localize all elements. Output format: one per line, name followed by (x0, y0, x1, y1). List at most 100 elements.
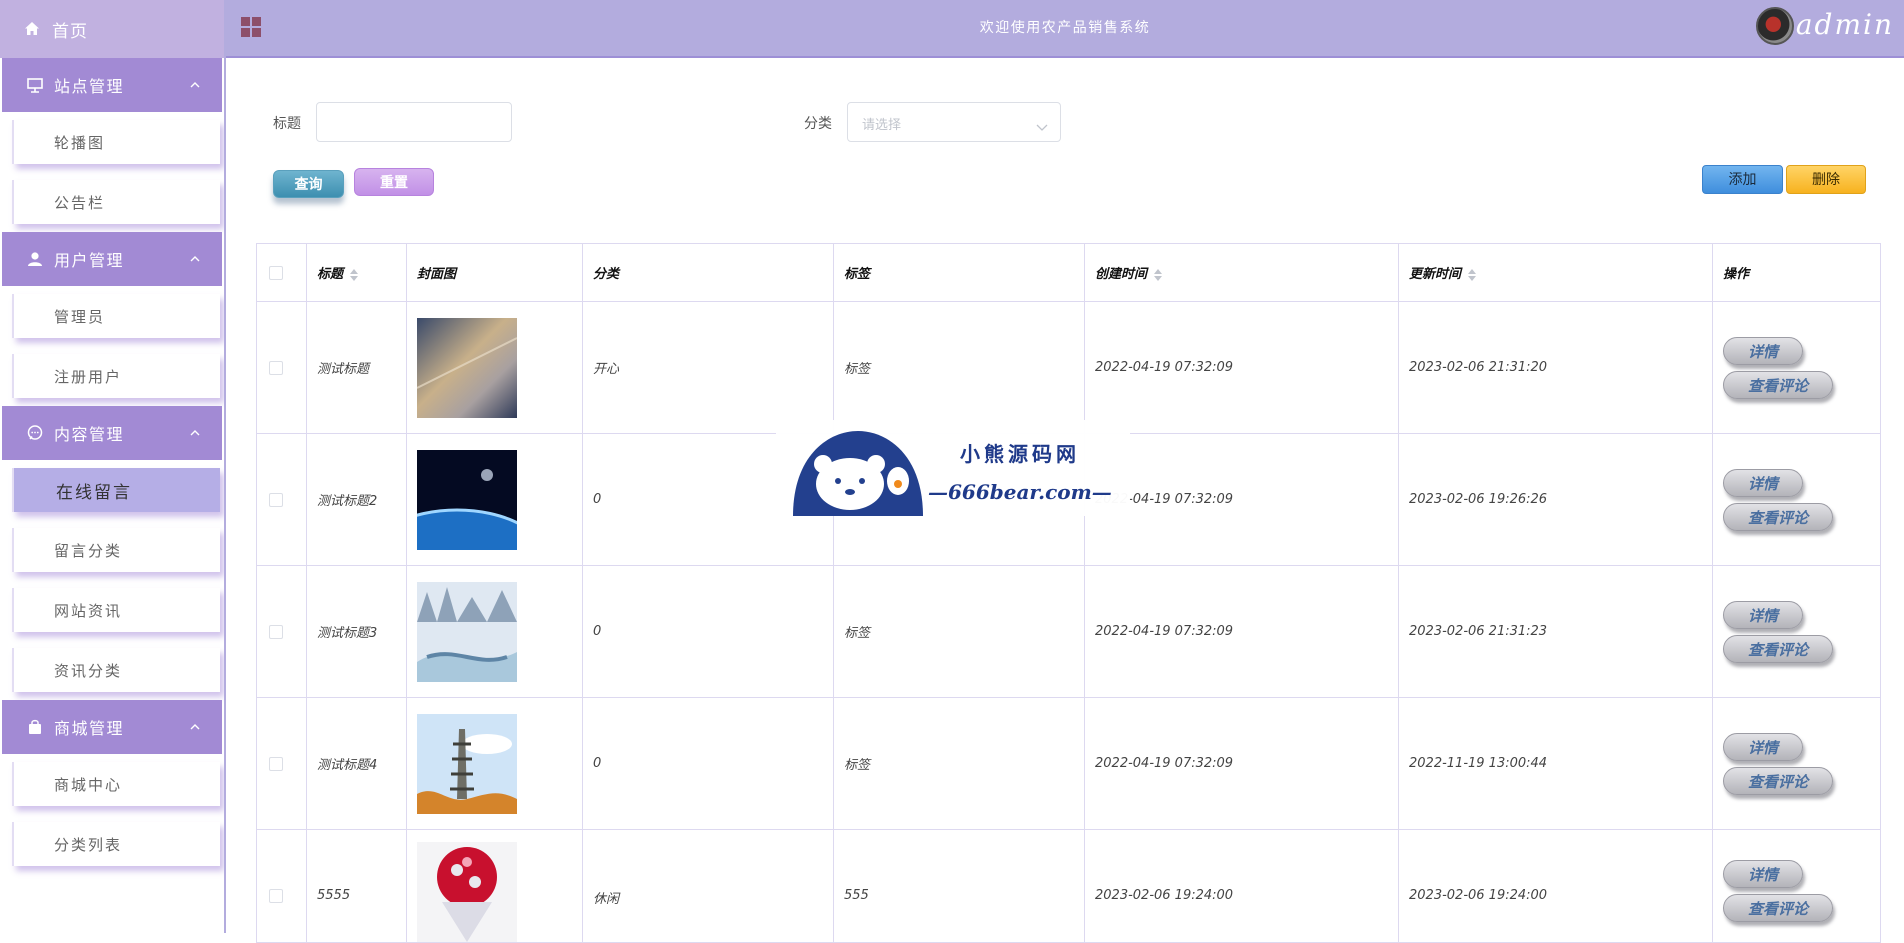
watermark-title: 小熊源码网 (960, 438, 1080, 467)
cell-category: 0 (583, 566, 834, 698)
cover-image-earth[interactable] (417, 450, 517, 550)
col-created[interactable]: 创建时间 (1085, 244, 1399, 302)
sort-icon[interactable] (1153, 268, 1163, 282)
cell-title: 测试标题4 (307, 698, 407, 830)
cell-actions: 详情 查看评论 (1713, 566, 1881, 698)
row-checkbox[interactable] (269, 493, 283, 507)
chevron-up-icon (190, 428, 200, 438)
title-filter-input[interactable] (316, 102, 512, 142)
home-icon (24, 21, 40, 37)
column-header: 创建时间 (1095, 267, 1147, 282)
bag-icon (26, 718, 44, 736)
sidebar-item-registered-users[interactable]: 注册用户 (2, 346, 222, 406)
row-checkbox[interactable] (269, 757, 283, 771)
cell-category: 0 (583, 698, 834, 830)
view-comments-button[interactable]: 查看评论 (1723, 894, 1833, 922)
username[interactable]: admin (1796, 8, 1894, 41)
sidebar-item-message-categories[interactable]: 留言分类 (2, 520, 222, 580)
avatar[interactable] (1756, 7, 1794, 45)
cover-image-pagoda[interactable] (417, 714, 517, 814)
row-checkbox[interactable] (269, 625, 283, 639)
sidebar-item-news[interactable]: 网站资讯 (2, 580, 222, 640)
table-row: 测试标题3 0 标签 2022-04-19 07:32:09 2023-02-0… (257, 566, 1881, 698)
cell-updated: 2023-02-06 19:26:26 (1399, 434, 1713, 566)
view-comments-button[interactable]: 查看评论 (1723, 371, 1833, 399)
chevron-up-icon (190, 722, 200, 732)
cell-created: 2022-04-19 07:32:09 (1085, 698, 1399, 830)
row-select-cell (257, 566, 307, 698)
cell-tag: 555 (834, 830, 1085, 943)
sidebar-group-site[interactable]: 站点管理 (2, 58, 222, 112)
view-comments-button[interactable]: 查看评论 (1723, 503, 1833, 531)
sort-icon[interactable] (1467, 268, 1477, 282)
delete-button[interactable]: 删除 (1786, 165, 1866, 194)
sidebar-home-label: 首页 (52, 17, 88, 42)
col-actions: 操作 (1713, 244, 1881, 302)
chevron-up-icon (190, 80, 200, 90)
query-button[interactable]: 查询 (273, 170, 344, 198)
page-title: 欢迎使用农产品销售系统 (226, 17, 1904, 37)
sidebar-item-news-categories[interactable]: 资讯分类 (2, 640, 222, 700)
detail-button[interactable]: 详情 (1723, 469, 1803, 497)
detail-button[interactable]: 详情 (1723, 860, 1803, 888)
sort-icon[interactable] (349, 268, 359, 282)
sidebar-item-label: 资讯分类 (12, 648, 220, 692)
cover-image-snow[interactable] (417, 582, 517, 682)
watermark-url: —666bear.com— (928, 480, 1112, 504)
cell-tag: 标签 (834, 566, 1085, 698)
col-updated[interactable]: 更新时间 (1399, 244, 1713, 302)
cell-cover (407, 566, 583, 698)
row-select-cell (257, 830, 307, 943)
sidebar-item-category-list[interactable]: 分类列表 (2, 814, 222, 874)
cell-actions: 详情 查看评论 (1713, 830, 1881, 943)
bear-logo-icon (788, 426, 928, 516)
view-comments-button[interactable]: 查看评论 (1723, 635, 1833, 663)
sidebar-item-online-messages[interactable]: 在线留言 (2, 460, 222, 520)
cell-created: 2022-04-19 07:32:09 (1085, 302, 1399, 434)
sidebar-group-content[interactable]: 内容管理 (2, 406, 222, 460)
reset-button[interactable]: 重置 (354, 168, 434, 196)
cell-actions: 详情 查看评论 (1713, 698, 1881, 830)
category-select[interactable]: 请选择 (847, 102, 1061, 142)
top-header: 欢迎使用农产品销售系统 admin (226, 0, 1904, 58)
detail-button[interactable]: 详情 (1723, 601, 1803, 629)
sidebar-item-admins[interactable]: 管理员 (2, 286, 222, 346)
column-header: 封面图 (417, 267, 456, 282)
watermark: 小熊源码网 —666bear.com— (776, 420, 1130, 516)
row-checkbox[interactable] (269, 361, 283, 375)
chevron-down-icon (1036, 117, 1048, 127)
cover-image-roses[interactable] (417, 842, 517, 942)
sidebar-item-shop-center[interactable]: 商城中心 (2, 754, 222, 814)
table-row: 测试标题 开心 标签 2022-04-19 07:32:09 2023-02-0… (257, 302, 1881, 434)
sidebar-item-label: 轮播图 (12, 120, 220, 164)
cell-tag: 标签 (834, 698, 1085, 830)
cell-updated: 2023-02-06 21:31:23 (1399, 566, 1713, 698)
cover-image-sky[interactable] (417, 318, 517, 418)
data-table: 标题 封面图 分类 标签 创建时间 更新时间 操作 测试标题 开心 标签 202… (256, 243, 1881, 943)
row-select-cell (257, 302, 307, 434)
sidebar: 首页 站点管理 轮播图 公告栏 用户管理 管理员 注册用户 内容管理 在线留言 … (0, 0, 226, 933)
row-checkbox[interactable] (269, 889, 283, 903)
row-select-cell (257, 434, 307, 566)
sidebar-group-users[interactable]: 用户管理 (2, 232, 222, 286)
cell-updated: 2022-11-19 13:00:44 (1399, 698, 1713, 830)
select-all-checkbox[interactable] (269, 266, 283, 280)
sidebar-home[interactable]: 首页 (0, 0, 224, 58)
sidebar-item-label: 在线留言 (12, 468, 220, 512)
column-header: 分类 (593, 267, 619, 282)
column-header: 更新时间 (1409, 267, 1461, 282)
sidebar-group-shop[interactable]: 商城管理 (2, 700, 222, 754)
cell-title: 测试标题2 (307, 434, 407, 566)
column-header: 标签 (844, 267, 870, 282)
sidebar-item-label: 留言分类 (12, 528, 220, 572)
cell-actions: 详情 查看评论 (1713, 302, 1881, 434)
add-button[interactable]: 添加 (1702, 165, 1783, 194)
sidebar-item-notice[interactable]: 公告栏 (2, 172, 222, 232)
row-select-cell (257, 698, 307, 830)
view-comments-button[interactable]: 查看评论 (1723, 767, 1833, 795)
sidebar-group-label: 内容管理 (54, 421, 124, 445)
detail-button[interactable]: 详情 (1723, 733, 1803, 761)
sidebar-item-carousel[interactable]: 轮播图 (2, 112, 222, 172)
detail-button[interactable]: 详情 (1723, 337, 1803, 365)
col-title[interactable]: 标题 (307, 244, 407, 302)
